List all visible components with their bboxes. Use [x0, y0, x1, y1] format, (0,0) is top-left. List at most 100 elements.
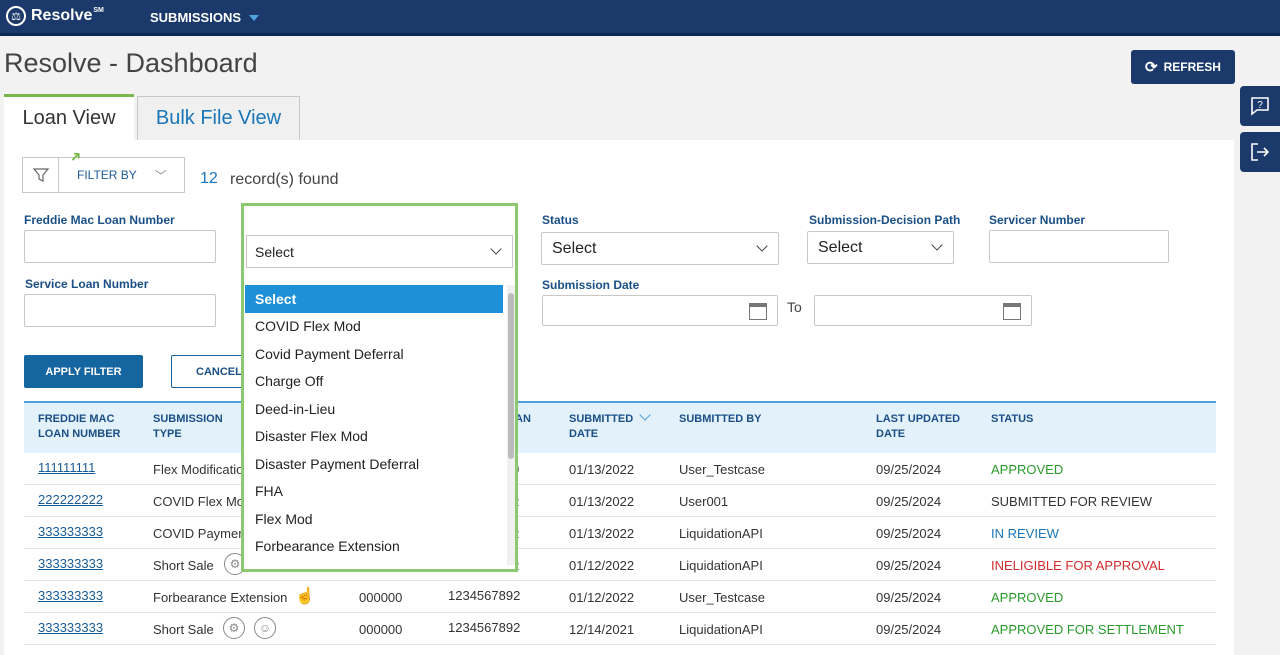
filter-by-button[interactable]: FILTER BY ﹀: [22, 157, 185, 193]
submission-type-dropdown: Select Select COVID Flex Mod Covid Payme…: [241, 203, 518, 572]
dropdown-scrollbar[interactable]: [507, 285, 515, 565]
svg-text:?: ?: [1257, 100, 1263, 111]
chevron-down-icon: [931, 239, 943, 251]
submitted-date-cell: 01/13/2022: [569, 526, 635, 541]
submitted-by-cell: User_Testcase: [679, 462, 765, 477]
table-row[interactable]: 333333333 Forbearance Extension ☝ 000000…: [24, 581, 1216, 613]
chevron-down-icon: [490, 243, 502, 255]
submission-type-cell: Short Sale: [153, 622, 214, 637]
tab-loan-view[interactable]: Loan View: [4, 94, 134, 140]
submitted-date-cell: 01/12/2022: [569, 590, 635, 605]
apply-filter-button[interactable]: APPLY FILTER: [24, 355, 143, 388]
decision-path-select-value: Select: [818, 238, 863, 256]
option-disaster-payment-deferral[interactable]: Disaster Payment Deferral: [245, 450, 503, 478]
loan-number-link[interactable]: 333333333: [38, 524, 103, 539]
gear-icon[interactable]: ⚙: [223, 617, 245, 639]
option-covid-payment-deferral[interactable]: Covid Payment Deferral: [245, 340, 503, 368]
status-cell: APPROVED FOR SETTLEMENT: [991, 622, 1184, 637]
hand-pointer-icon[interactable]: ☝: [294, 585, 316, 607]
col-loan-number[interactable]: FREDDIE MAC LOAN NUMBER: [38, 412, 121, 442]
option-select[interactable]: Select: [245, 285, 503, 313]
record-count: 12: [200, 170, 218, 187]
table-row[interactable]: 333333333 Short Sale ⚙ 2 01/12/2022 Liqu…: [24, 549, 1216, 581]
option-flex-mod[interactable]: Flex Mod: [245, 505, 503, 533]
loan-number-link[interactable]: 333333333: [38, 556, 103, 571]
date-to-label: To: [787, 299, 802, 315]
app-logo[interactable]: ⚖ ResolveSM: [6, 6, 104, 26]
loan-number-link[interactable]: 333333333: [38, 620, 103, 635]
sort-desc-icon[interactable]: [639, 409, 651, 421]
loan-number-link[interactable]: 222222222: [38, 492, 103, 507]
option-deed-in-lieu[interactable]: Deed-in-Lieu: [245, 395, 503, 423]
scrollbar-thumb[interactable]: [508, 293, 514, 459]
submitted-by-cell: LiquidationAPI: [679, 526, 763, 541]
status-cell: APPROVED: [991, 590, 1064, 605]
table-row[interactable]: 333333333 Short Sale ⚙ ☺ 000000 12345678…: [24, 613, 1216, 645]
submission-type-cell: Forbearance Extension: [153, 590, 288, 605]
logout-button[interactable]: [1240, 132, 1280, 172]
tab-bulk-file-view[interactable]: Bulk File View: [137, 96, 300, 140]
last-updated-cell: 09/25/2024: [876, 590, 942, 605]
option-forbearance-extension[interactable]: Forbearance Extension: [245, 533, 503, 561]
servicer-number-cell: 000000: [359, 622, 403, 637]
tab-loan-view-label: Loan View: [22, 107, 116, 129]
caret-down-icon: [249, 14, 260, 21]
user-group-icon[interactable]: ☺: [254, 617, 276, 639]
submission-type-cell: Flex Modification: [153, 462, 251, 477]
last-updated-cell: 09/25/2024: [876, 462, 942, 477]
submitted-date-cell: 12/14/2021: [569, 622, 635, 637]
table-row[interactable]: 333333333 COVID Payment 2 01/13/2022 Liq…: [24, 517, 1216, 549]
submission-decision-path-select[interactable]: Select: [807, 231, 954, 264]
servicer-number-input[interactable]: [989, 230, 1169, 263]
status-cell: IN REVIEW: [991, 526, 1059, 541]
status-cell: APPROVED: [991, 462, 1064, 477]
resolve-logo-icon: ⚖: [6, 6, 26, 26]
submitted-date-cell: 01/13/2022: [569, 494, 635, 509]
freddie-mac-loan-number-input[interactable]: [24, 230, 216, 263]
option-charge-off[interactable]: Charge Off: [245, 368, 503, 396]
calendar-icon[interactable]: [1003, 303, 1021, 320]
col-last-updated[interactable]: LAST UPDATED DATE: [876, 412, 960, 442]
col-submitted-by[interactable]: SUBMITTED BY: [679, 412, 762, 427]
submission-type-select[interactable]: Select: [246, 235, 513, 268]
chevron-down-icon: [756, 240, 768, 252]
freddie-mac-loan-number-label: Freddie Mac Loan Number: [24, 213, 175, 227]
loan-number-link[interactable]: 333333333: [38, 588, 103, 603]
calendar-icon[interactable]: [749, 303, 767, 320]
submission-type-select-value: Select: [255, 243, 294, 260]
submitted-date-cell: 01/13/2022: [569, 462, 635, 477]
page-title: Resolve - Dashboard: [4, 48, 258, 78]
col-submitted-date[interactable]: SUBMITTED DATE: [569, 409, 651, 442]
submission-type-cell: Short Sale: [153, 558, 214, 573]
col-status[interactable]: STATUS: [991, 412, 1033, 427]
col-submission-type[interactable]: SUBMISSION TYPE: [153, 412, 223, 442]
submission-date-to-input[interactable]: [814, 295, 1032, 326]
logout-icon: [1251, 143, 1270, 161]
refresh-label: REFRESH: [1163, 60, 1221, 74]
submission-date-label: Submission Date: [542, 278, 640, 292]
servicer-loan-cell: 1234567892: [448, 588, 521, 603]
table-row[interactable]: 111111111 Flex Modification 0 01/13/2022…: [24, 453, 1216, 485]
refresh-icon: ⟳: [1145, 59, 1158, 76]
submissions-menu[interactable]: SUBMISSIONS: [150, 10, 260, 25]
option-covid-flex-mod[interactable]: COVID Flex Mod: [245, 313, 503, 341]
option-fha[interactable]: FHA: [245, 478, 503, 506]
status-cell: SUBMITTED FOR REVIEW: [991, 494, 1153, 509]
record-count-label: record(s) found: [230, 171, 339, 188]
table-header: FREDDIE MAC LOAN NUMBER SUBMISSION TYPE AN…: [24, 401, 1216, 453]
status-select[interactable]: Select: [541, 232, 779, 265]
service-loan-number-input[interactable]: [24, 294, 216, 327]
help-button[interactable]: ?: [1240, 86, 1280, 126]
table-row[interactable]: 222222222 COVID Flex Mod 2 01/13/2022 Us…: [24, 485, 1216, 517]
status-label: Status: [542, 213, 579, 227]
filter-by-label: FILTER BY: [77, 168, 137, 182]
refresh-button[interactable]: ⟳ REFRESH: [1131, 50, 1235, 84]
servicer-number-cell: 000000: [359, 590, 403, 605]
loan-number-link[interactable]: 111111111: [38, 460, 95, 475]
chevron-down-icon: ﹀: [154, 168, 167, 183]
help-icon: ?: [1251, 97, 1269, 116]
option-disaster-flex-mod[interactable]: Disaster Flex Mod: [245, 423, 503, 451]
submission-type-cell: COVID Payment: [153, 526, 250, 541]
submission-date-from-input[interactable]: [542, 295, 778, 326]
logo-text: ResolveSM: [31, 7, 104, 24]
